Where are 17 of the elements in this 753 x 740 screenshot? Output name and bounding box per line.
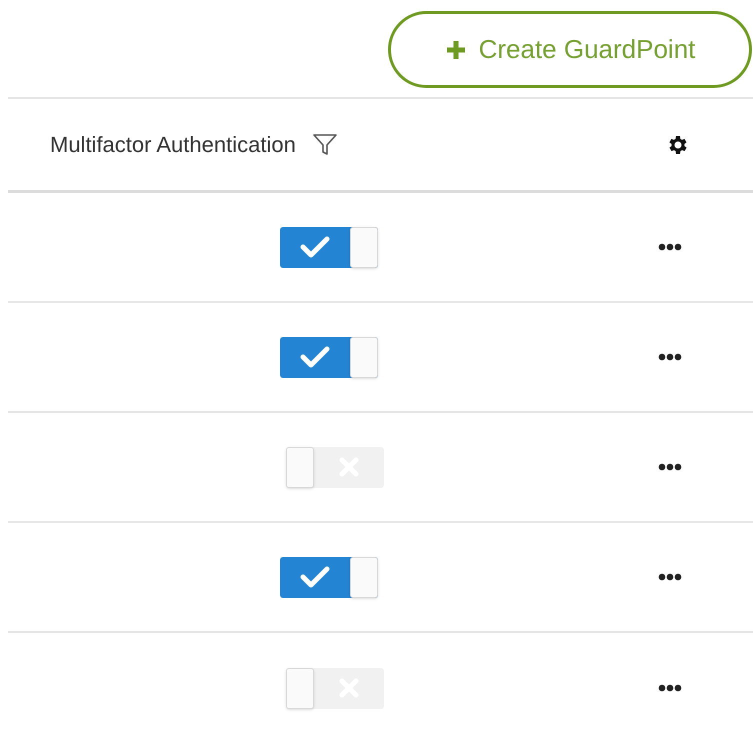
toggle-switch[interactable] (280, 556, 378, 598)
toggle-switch[interactable] (286, 668, 384, 708)
toggle-switch[interactable] (280, 336, 378, 378)
check-icon (300, 566, 330, 588)
check-icon (300, 346, 330, 368)
more-options-icon[interactable] (658, 463, 682, 471)
more-options-icon[interactable] (658, 573, 682, 581)
column-header: Multifactor Authentication (50, 131, 296, 159)
filter-icon[interactable] (312, 132, 338, 156)
check-icon (300, 236, 330, 258)
plus-icon (444, 38, 467, 60)
more-options-icon[interactable] (658, 243, 682, 251)
create-guardpoint-button[interactable]: Create GuardPoint (388, 11, 752, 88)
more-options-icon[interactable] (658, 353, 682, 361)
toggle-switch[interactable] (280, 226, 378, 268)
more-options-icon[interactable] (658, 684, 682, 692)
toggle-switch[interactable] (286, 446, 384, 488)
